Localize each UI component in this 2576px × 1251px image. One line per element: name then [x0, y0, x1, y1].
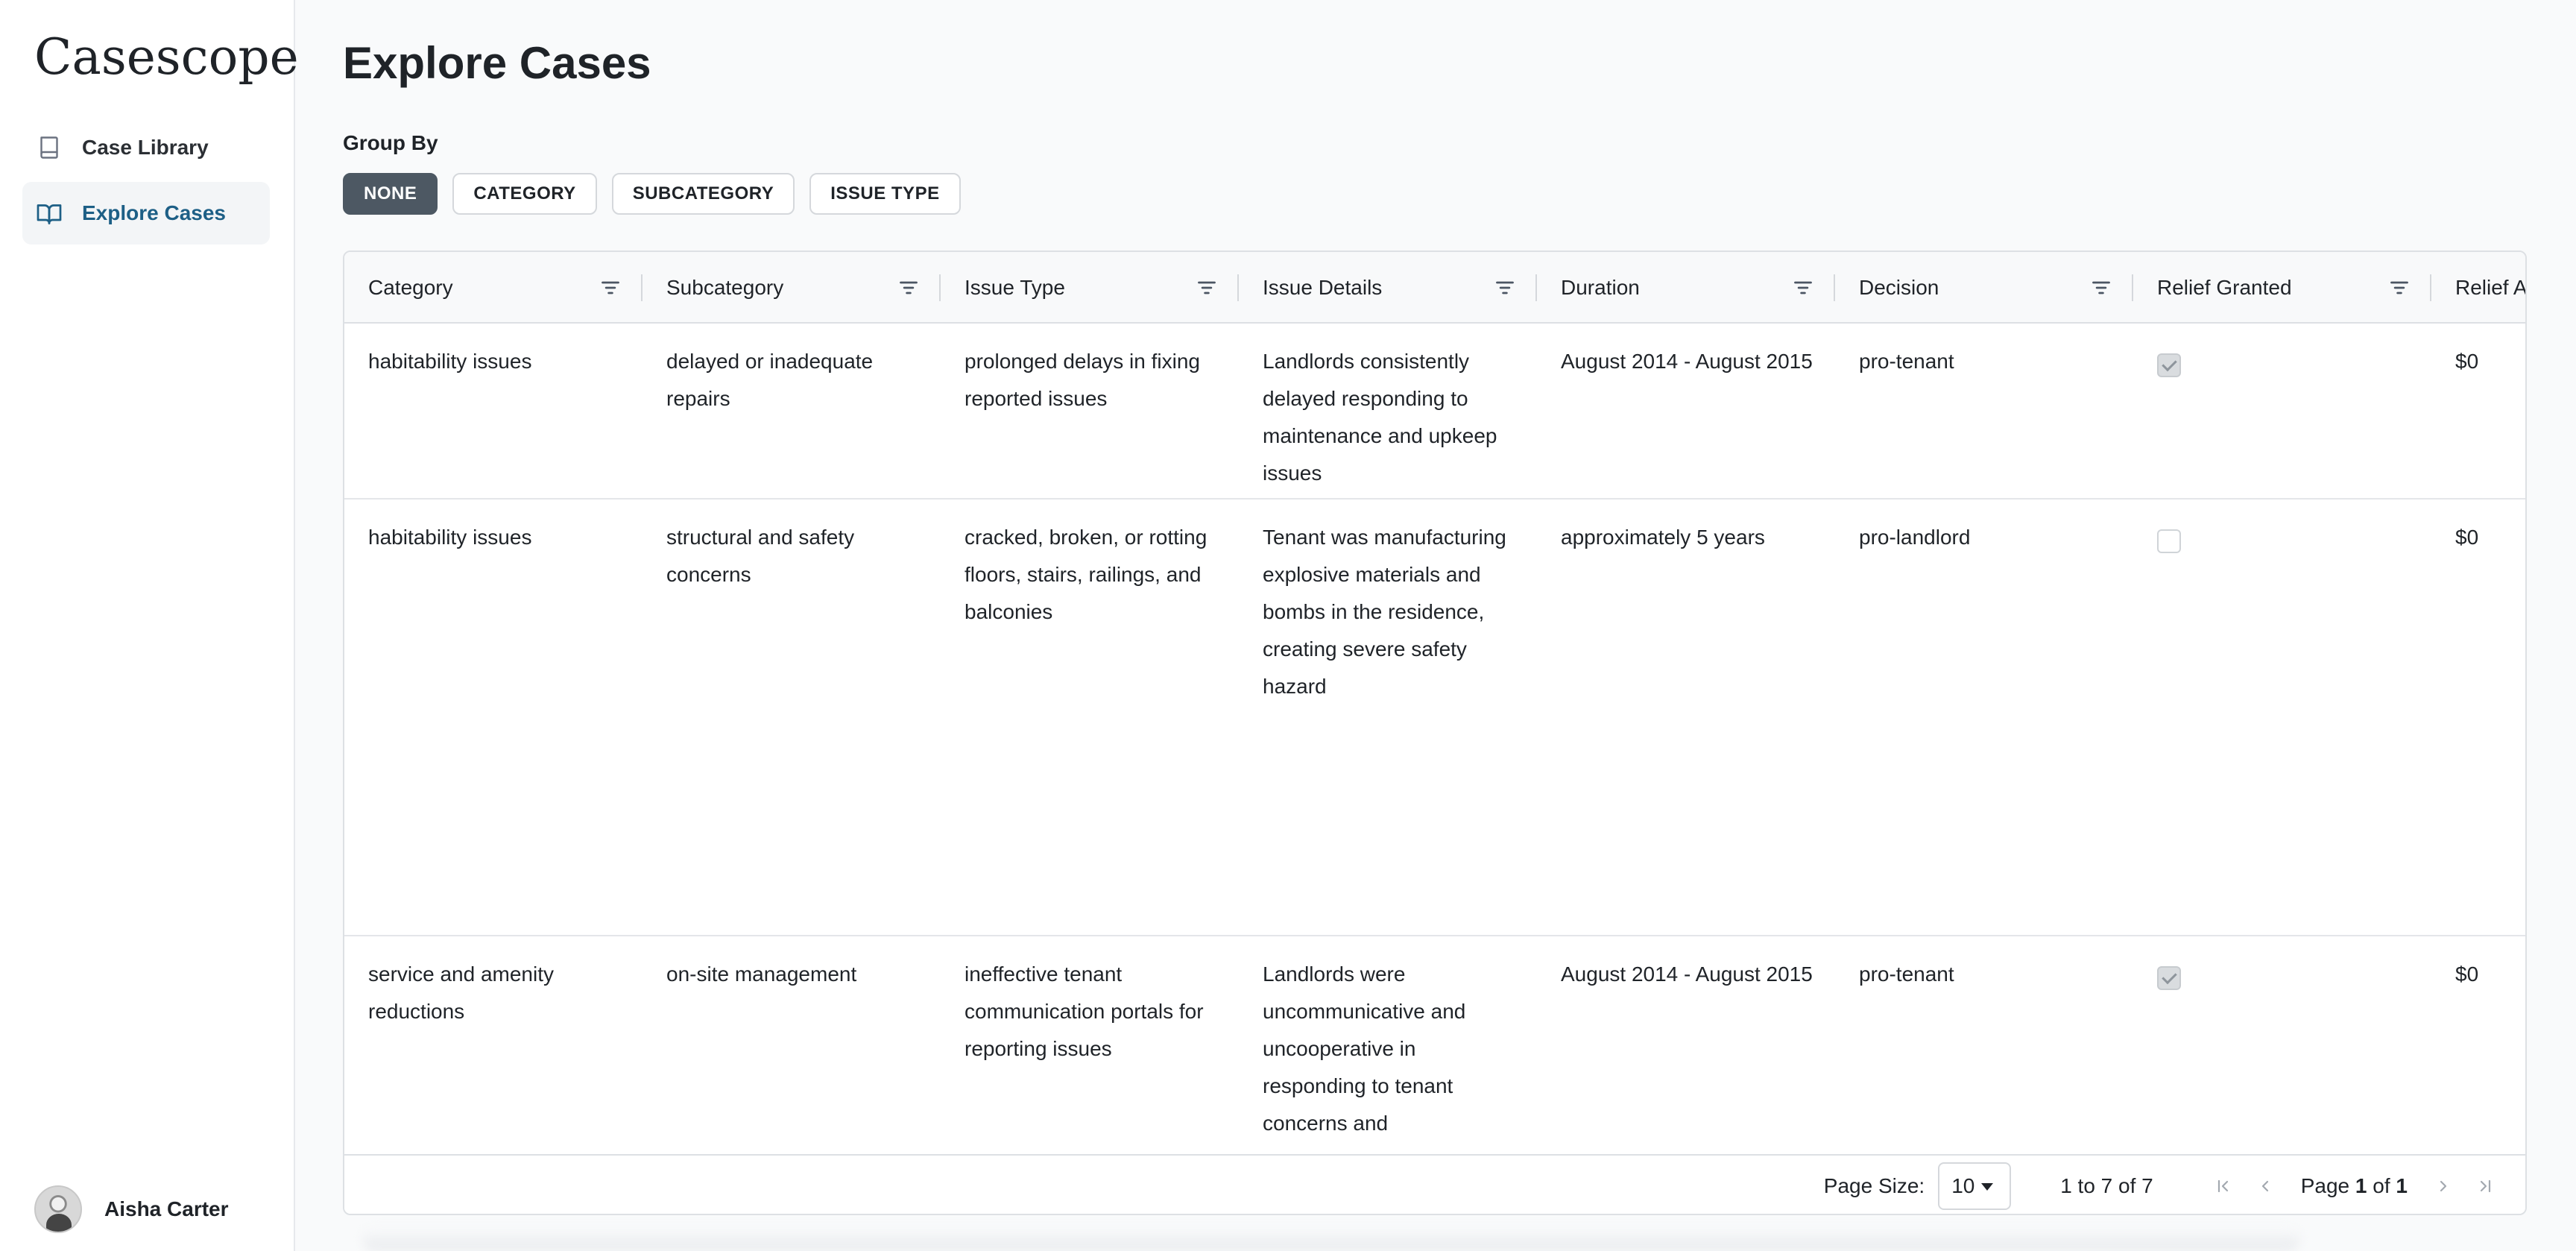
column-header-duration[interactable]: Duration: [1537, 252, 1835, 324]
group-by-buttons: NONE CATEGORY SUBCATEGORY ISSUE TYPE: [343, 173, 961, 215]
filter-icon[interactable]: [1792, 277, 1814, 298]
avatar: [34, 1185, 82, 1233]
group-by-issue-type-button[interactable]: ISSUE TYPE: [809, 173, 961, 215]
column-header-label: Issue Details: [1263, 276, 1383, 299]
filter-icon[interactable]: [2388, 277, 2411, 298]
main-content: Explore Cases Group By NONE CATEGORY SUB…: [295, 0, 2576, 1251]
first-page-icon: [2217, 1179, 2228, 1193]
table-row[interactable]: habitability issues structural and safet…: [344, 500, 2525, 936]
relief-granted-checkbox[interactable]: [2157, 966, 2181, 990]
last-page-button[interactable]: [2470, 1171, 2500, 1201]
book-icon: [40, 136, 58, 159]
column-header-label: Category: [368, 276, 453, 299]
cell-decision: pro-tenant: [1859, 962, 1954, 986]
column-header-issue-details[interactable]: Issue Details: [1239, 252, 1537, 324]
cell-category: habitability issues: [368, 526, 532, 549]
previous-page-button[interactable]: [2250, 1171, 2280, 1201]
sidebar: Casescope Case Library Explore Cases Ais…: [0, 0, 299, 1251]
cases-table: Category Subcategory Issue Type Issue De…: [343, 250, 2527, 1215]
cell-relief-amount: $0: [2455, 962, 2479, 986]
total-pages: 1: [2396, 1174, 2408, 1197]
group-by-label: Group By: [343, 131, 438, 154]
sidebar-nav: Case Library Explore Cases: [22, 116, 270, 248]
cell-decision: pro-landlord: [1859, 526, 1971, 549]
cell-subcategory: delayed or inadequate repairs: [666, 350, 874, 410]
relief-granted-checkbox[interactable]: [2157, 529, 2181, 553]
relief-granted-checkbox[interactable]: [2157, 353, 2181, 377]
page-size-value: 10: [1951, 1174, 1975, 1197]
next-page-button[interactable]: [2428, 1171, 2458, 1201]
app-root: Casescope Case Library Explore Cases Ais…: [0, 0, 2576, 1251]
filter-icon[interactable]: [599, 277, 622, 298]
current-page: 1: [2355, 1174, 2367, 1197]
page-title: Explore Cases: [343, 38, 651, 88]
brand-logo[interactable]: Casescope: [34, 28, 299, 86]
filter-icon[interactable]: [1494, 277, 1516, 298]
table-row[interactable]: service and amenity reductions on-site m…: [344, 936, 2525, 1154]
cell-subcategory: structural and safety concerns: [666, 526, 855, 586]
user-profile[interactable]: Aisha Carter: [34, 1185, 229, 1233]
sidebar-item-label: Explore Cases: [82, 201, 226, 224]
column-header-label: Subcategory: [666, 276, 784, 299]
column-header-relief-granted[interactable]: Relief Granted: [2133, 252, 2431, 324]
caret-down-icon: [1981, 1183, 1994, 1191]
last-page-icon: [2480, 1179, 2491, 1193]
pager: Page 1 of 1: [2203, 1171, 2506, 1201]
scroll-shadow: [362, 1227, 2300, 1251]
open-book-icon: [37, 204, 62, 224]
group-by-none-button[interactable]: NONE: [343, 173, 438, 215]
user-name: Aisha Carter: [104, 1197, 229, 1220]
cell-duration: approximately 5 years: [1561, 526, 1765, 549]
cell-issue-details: Tenant was manufacturing explosive mater…: [1263, 526, 1506, 698]
sidebar-item-case-library[interactable]: Case Library: [22, 116, 270, 179]
column-header-label: Relief Granted: [2157, 276, 2292, 299]
page-word: Page: [2300, 1174, 2350, 1197]
cell-issue-type: cracked, broken, or rotting floors, stai…: [965, 526, 1208, 623]
column-header-category[interactable]: Category: [344, 252, 643, 324]
filter-icon[interactable]: [897, 277, 920, 298]
column-header-issue-type[interactable]: Issue Type: [941, 252, 1239, 324]
cell-issue-type: prolonged delays in fixing reported issu…: [965, 350, 1200, 410]
cell-issue-details: Landlords were uncommunicative and uncoo…: [1263, 962, 1466, 1135]
group-by-subcategory-button[interactable]: SUBCATEGORY: [611, 173, 795, 215]
group-by-category-button[interactable]: CATEGORY: [452, 173, 597, 215]
filter-icon[interactable]: [2090, 277, 2112, 298]
cell-duration: August 2014 - August 2015: [1561, 350, 1813, 373]
cell-issue-type: ineffective tenant communication portals…: [965, 962, 1204, 1060]
cell-relief-amount: $0: [2455, 350, 2479, 373]
table-header: Category Subcategory Issue Type Issue De…: [344, 252, 2527, 324]
sidebar-item-explore-cases[interactable]: Explore Cases: [22, 182, 270, 245]
column-header-decision[interactable]: Decision: [1835, 252, 2133, 324]
cell-relief-amount: $0: [2455, 526, 2479, 549]
cell-duration: August 2014 - August 2015: [1561, 962, 1813, 986]
row-range-text: 1 to 7 of 7: [2060, 1174, 2153, 1197]
column-header-label: Duration: [1561, 276, 1640, 299]
table-row[interactable]: habitability issues delayed or inadequat…: [344, 324, 2525, 500]
page-indicator: Page 1 of 1: [2301, 1174, 2408, 1198]
chevron-left-icon: [2261, 1180, 2268, 1192]
cell-category: habitability issues: [368, 350, 532, 373]
sidebar-item-label: Case Library: [82, 136, 209, 159]
page-size-select[interactable]: 10: [1938, 1162, 2012, 1210]
of-word: of: [2373, 1174, 2390, 1197]
column-header-label: Issue Type: [965, 276, 1065, 299]
cell-category: service and amenity reductions: [368, 962, 555, 1023]
pagination-bar: Page Size: 10 1 to 7 of 7 Page 1 of 1: [344, 1154, 2525, 1214]
column-header-label: Decision: [1859, 276, 1939, 299]
page-size-label: Page Size:: [1823, 1174, 1925, 1197]
cell-issue-details: Landlords consistently delayed respondin…: [1263, 350, 1497, 485]
column-header-label: Relief A: [2455, 276, 2527, 299]
cell-subcategory: on-site management: [666, 962, 857, 986]
chevron-right-icon: [2440, 1180, 2447, 1192]
column-header-relief-amount[interactable]: Relief A: [2431, 252, 2527, 324]
filter-icon[interactable]: [1196, 277, 1218, 298]
first-page-button[interactable]: [2209, 1171, 2238, 1201]
column-header-subcategory[interactable]: Subcategory: [643, 252, 941, 324]
cell-decision: pro-tenant: [1859, 350, 1954, 373]
